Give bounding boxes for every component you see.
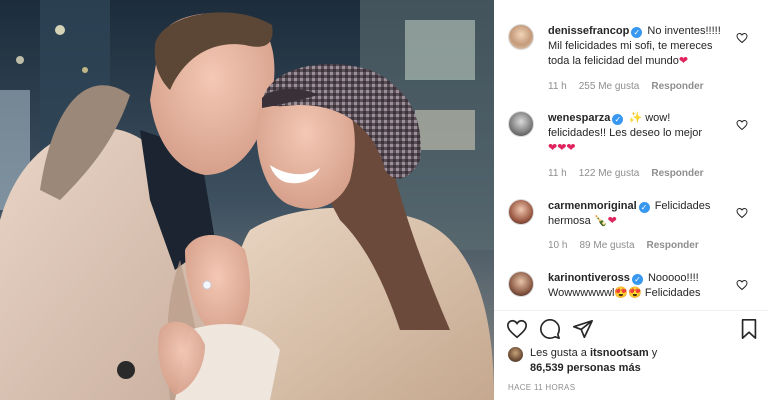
comment-meta: 10 h 89 Me gusta Responder (548, 240, 711, 251)
reply-button[interactable]: Responder (651, 168, 703, 179)
verified-badge-icon: ✓ (631, 27, 643, 38)
avatar[interactable] (508, 271, 534, 297)
comment-text-line: wow! (645, 112, 671, 124)
comment-text-line: Wowwwwwwl (548, 287, 615, 299)
verified-badge-icon: ✓ (638, 202, 650, 213)
comment-like-heart-icon[interactable] (736, 119, 748, 131)
sparkle-icon: ✨ (628, 112, 643, 124)
comment-text-line: No inventes!!!!! (647, 25, 721, 37)
verified-badge-icon: ✓ (612, 114, 624, 125)
comment-text-line: Nooooo!!!! (647, 272, 699, 284)
comment-like-heart-icon[interactable] (736, 32, 748, 44)
liker-avatar[interactable] (508, 347, 523, 362)
post-timestamp[interactable]: HACE 11 HORAS (508, 383, 575, 392)
liker-username[interactable]: itsnootsam (590, 347, 649, 359)
comment-time[interactable]: 10 h (548, 240, 567, 251)
comment-like-count[interactable]: 89 Me gusta (579, 240, 634, 251)
verified-badge-icon: ✓ (631, 274, 643, 285)
comment-meta: 11 h 255 Me gusta Responder (548, 81, 716, 92)
likes-line: Les gusta a itsnootsam y (530, 346, 657, 361)
bookmark-icon[interactable] (738, 318, 760, 340)
couple-photo (0, 0, 494, 400)
comment-text-line: hermosa (548, 215, 591, 227)
heart-emoji: ❤ (607, 215, 617, 227)
action-bar (504, 318, 764, 342)
paper-plane-icon[interactable] (572, 318, 594, 340)
comment-like-count[interactable]: 255 Me gusta (579, 81, 640, 92)
comment-like-heart-icon[interactable] (736, 207, 748, 219)
comment-text-line: Felicidades (644, 287, 701, 299)
reply-button[interactable]: Responder (651, 81, 703, 92)
comments-list[interactable]: denissefrancop ✓ No inventes!!!!! Mil fel… (494, 0, 768, 310)
avatar[interactable] (508, 24, 534, 50)
comment-username[interactable]: carmenmoriginal (548, 200, 637, 212)
comment-text: denissefrancop ✓ No inventes!!!!! Mil fel… (548, 24, 732, 69)
comment-username[interactable]: wenesparza (548, 112, 610, 124)
comment-text: carmenmoriginal ✓ Felicidades hermosa 🍾❤ (548, 199, 732, 229)
likes-prefix: Les gusta a (530, 347, 587, 359)
comment-text-line: Felicidades (654, 200, 711, 212)
heart-eyes-emoji: 😍😍 (614, 287, 642, 299)
comment-like-count[interactable]: 122 Me gusta (579, 168, 640, 179)
comment-text-line: felicidades!! Les deseo lo mejor (548, 127, 703, 139)
comment-text: wenesparza ✓ ✨ wow! felicidades!! Les des… (548, 111, 732, 156)
likes-suffix: y (651, 347, 658, 359)
reply-button[interactable]: Responder (647, 240, 699, 251)
divider (494, 310, 768, 311)
heart-outline-icon[interactable] (506, 318, 528, 340)
comment-text-line: Mil felicidades mi sofi, te mereces (548, 40, 713, 52)
comment-time[interactable]: 11 h (548, 81, 567, 92)
comment-text-line: toda la felicidad del mundo (548, 55, 679, 67)
champagne-icon: 🍾 (593, 215, 608, 227)
heart-emoji: ❤❤❤ (548, 142, 576, 154)
comment-username[interactable]: denissefrancop (548, 25, 629, 37)
comment-meta: 11 h 122 Me gusta Responder (548, 168, 716, 179)
avatar[interactable] (508, 111, 534, 137)
comment-username[interactable]: karinontiveross (548, 272, 630, 284)
comment-text: karinontiveross ✓ Nooooo!!!! Wowwwwwwl😍😍 … (548, 271, 732, 301)
post-sidebar: denissefrancop ✓ No inventes!!!!! Mil fel… (494, 0, 768, 400)
comment-bubble-icon[interactable] (539, 318, 561, 340)
likes-count[interactable]: 86,539 personas más (530, 361, 641, 376)
post-photo[interactable] (0, 0, 494, 400)
heart-emoji: ❤ (678, 55, 689, 67)
avatar[interactable] (508, 199, 534, 225)
comment-time[interactable]: 11 h (548, 168, 567, 179)
comment-like-heart-icon[interactable] (736, 279, 748, 291)
